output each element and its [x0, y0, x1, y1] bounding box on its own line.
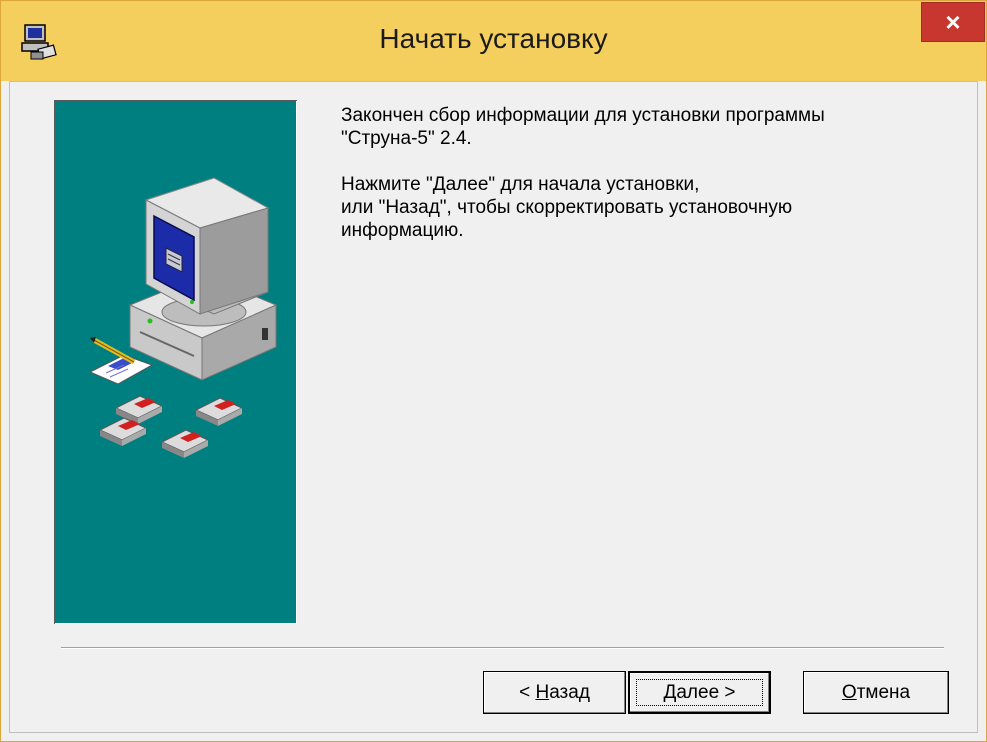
- close-icon: ×: [945, 6, 961, 37]
- cancel-button[interactable]: Отмена: [803, 671, 949, 714]
- title-bar[interactable]: Начать установку ×: [1, 1, 986, 81]
- message-line: Закончен сбор информации для установки п…: [341, 105, 825, 126]
- message-line: или "Назад", чтобы скорректировать устан…: [341, 197, 793, 218]
- focus-rectangle: [636, 679, 763, 706]
- message-line: информацию.: [341, 220, 464, 241]
- window-title: Начать установку: [379, 23, 608, 54]
- back-button[interactable]: < Назад: [483, 671, 626, 714]
- install-summary-message: Закончен сбор информации для установки п…: [341, 104, 941, 265]
- message-line: "Струна-5" 2.4.: [341, 128, 472, 149]
- message-line: Нажмите "Далее" для начала установки,: [341, 174, 700, 195]
- setup-illustration-panel: [54, 100, 297, 624]
- computer-with-floppies-illustration: [88, 177, 278, 458]
- next-button[interactable]: Далее >: [628, 671, 771, 714]
- button-separator: [61, 647, 944, 649]
- installer-window: Начать установку × Закончен сбор информа…: [0, 0, 987, 742]
- close-button[interactable]: ×: [921, 2, 985, 42]
